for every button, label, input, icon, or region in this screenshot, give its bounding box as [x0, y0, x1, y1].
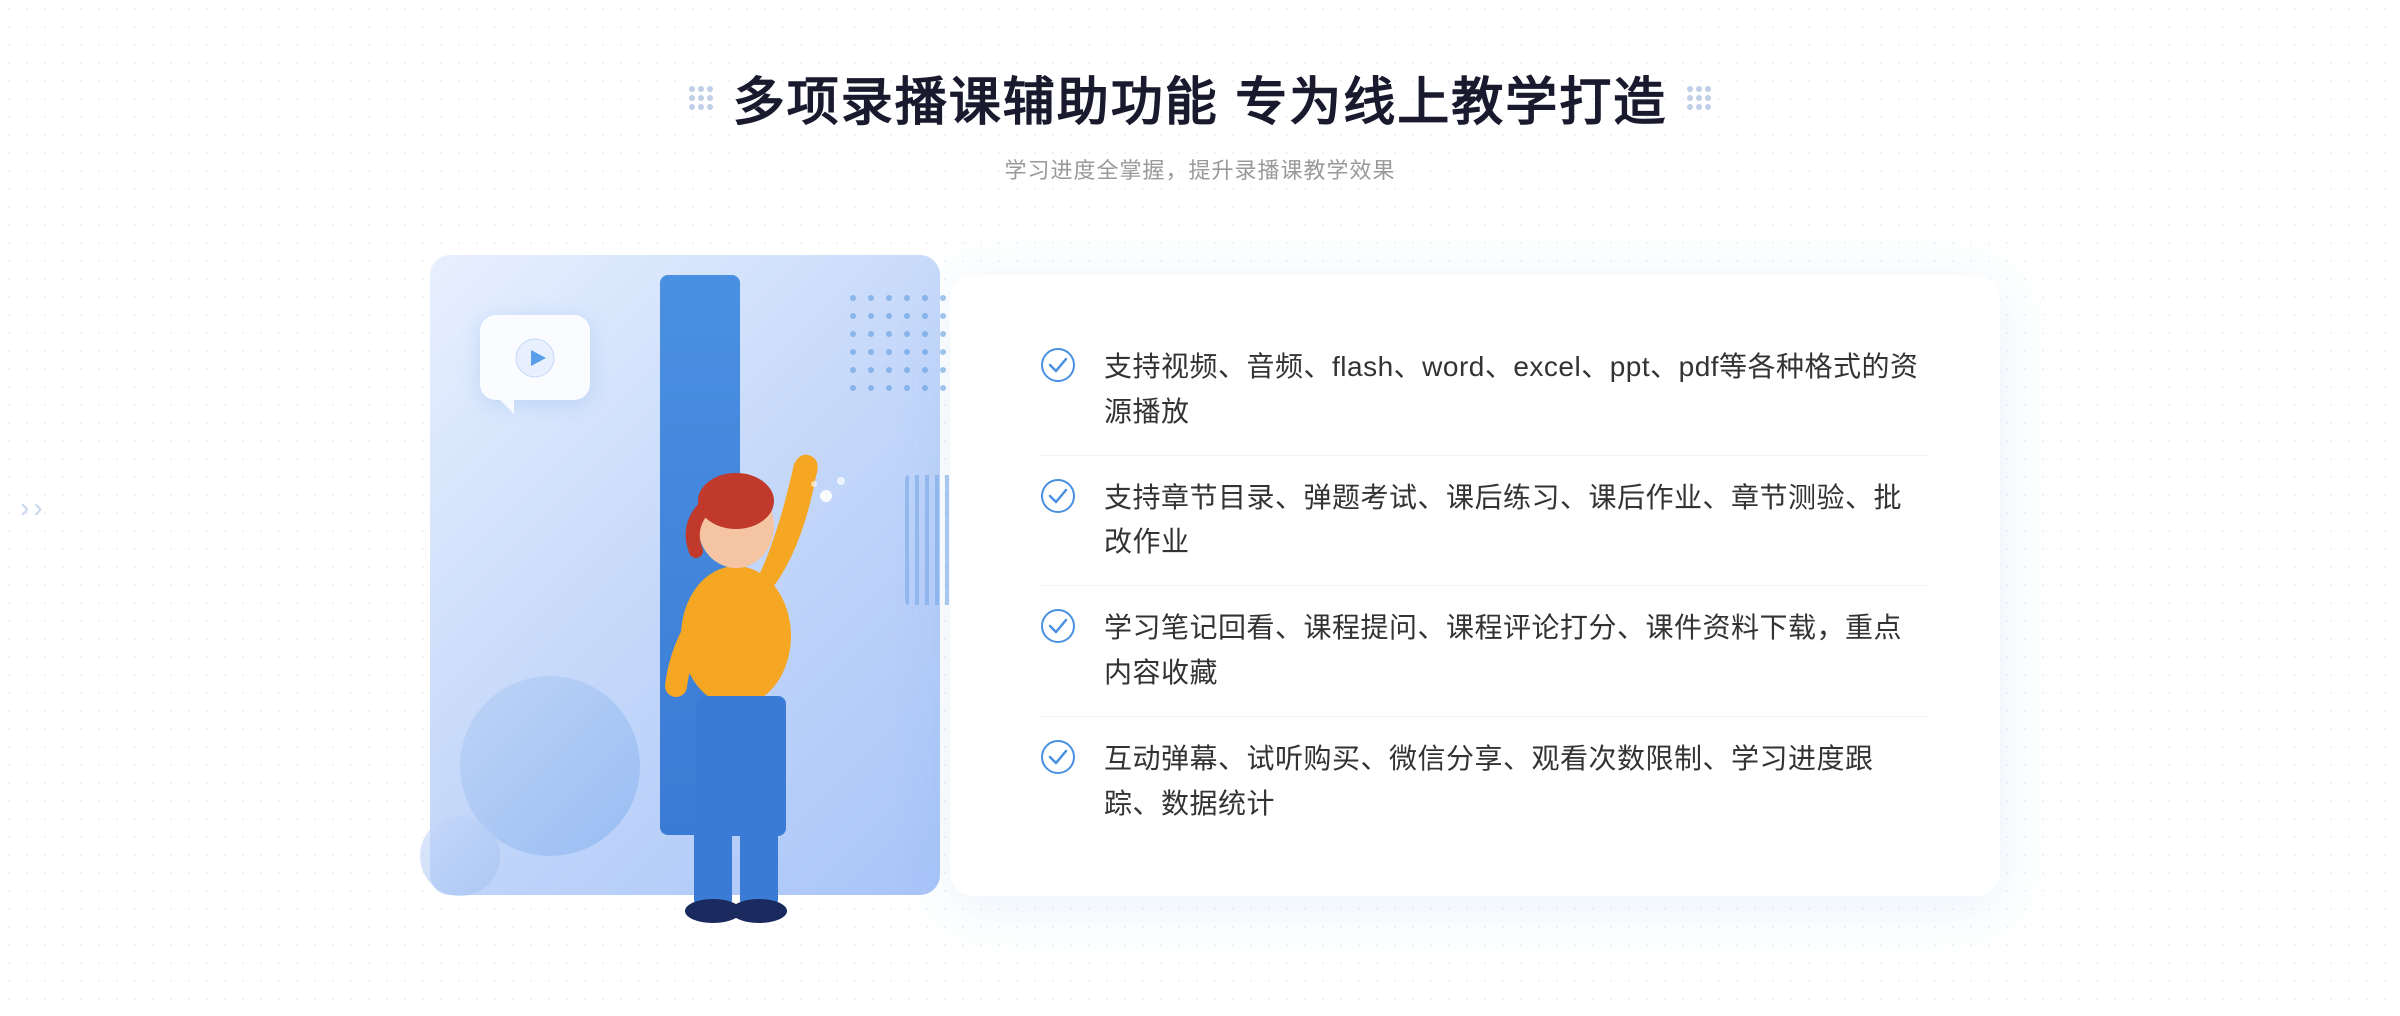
main-title: 多项录播课辅助功能 专为线上教学打造	[733, 60, 1667, 135]
feature-text-1: 支持视频、音频、flash、word、excel、ppt、pdf等各种格式的资源…	[1104, 345, 1930, 435]
feature-item-4: 互动弹幕、试听购买、微信分享、观看次数限制、学习进度跟踪、数据统计	[1040, 717, 1930, 847]
play-icon	[514, 337, 556, 379]
video-bubble	[480, 315, 600, 415]
feature-item-1: 支持视频、音频、flash、word、excel、ppt、pdf等各种格式的资源…	[1040, 325, 1930, 456]
bubble-shape	[480, 315, 590, 400]
right-decorative-dots	[1687, 86, 1711, 110]
subtitle: 学习进度全掌握，提升录播课教学效果	[689, 153, 1711, 185]
person-illustration	[606, 376, 886, 936]
small-circle-decoration	[420, 816, 500, 896]
content-section: 支持视频、音频、flash、word、excel、ppt、pdf等各种格式的资源…	[400, 235, 2000, 936]
left-decorative-dots	[689, 86, 713, 110]
feature-item-2: 支持章节目录、弹题考试、课后练习、课后作业、章节测验、批改作业	[1040, 456, 1930, 587]
chevron-icon: ›	[33, 492, 42, 524]
chevron-icon: ›	[20, 492, 29, 524]
check-circle-icon-3	[1040, 608, 1076, 644]
illustration-container	[400, 235, 980, 936]
title-row: 多项录播课辅助功能 专为线上教学打造	[689, 60, 1711, 135]
feature-text-4: 互动弹幕、试听购买、微信分享、观看次数限制、学习进度跟踪、数据统计	[1104, 737, 1930, 827]
check-circle-icon-4	[1040, 739, 1076, 775]
check-circle-icon-1	[1040, 347, 1076, 383]
header-section: 多项录播课辅助功能 专为线上教学打造 学习进度全掌握，提升录播课教学效果	[689, 60, 1711, 185]
page-container: › › 多项录播课辅助功能 专为线上教学打造 学习进度全掌	[0, 0, 2400, 1016]
left-decoration: › ›	[20, 492, 43, 524]
feature-text-2: 支持章节目录、弹题考试、课后练习、课后作业、章节测验、批改作业	[1104, 476, 1930, 566]
check-circle-icon-2	[1040, 478, 1076, 514]
feature-item-3: 学习笔记回看、课程提问、课程评论打分、课件资料下载，重点内容收藏	[1040, 586, 1930, 717]
feature-text-3: 学习笔记回看、课程提问、课程评论打分、课件资料下载，重点内容收藏	[1104, 606, 1930, 696]
features-container: 支持视频、音频、flash、word、excel、ppt、pdf等各种格式的资源…	[950, 275, 2000, 896]
